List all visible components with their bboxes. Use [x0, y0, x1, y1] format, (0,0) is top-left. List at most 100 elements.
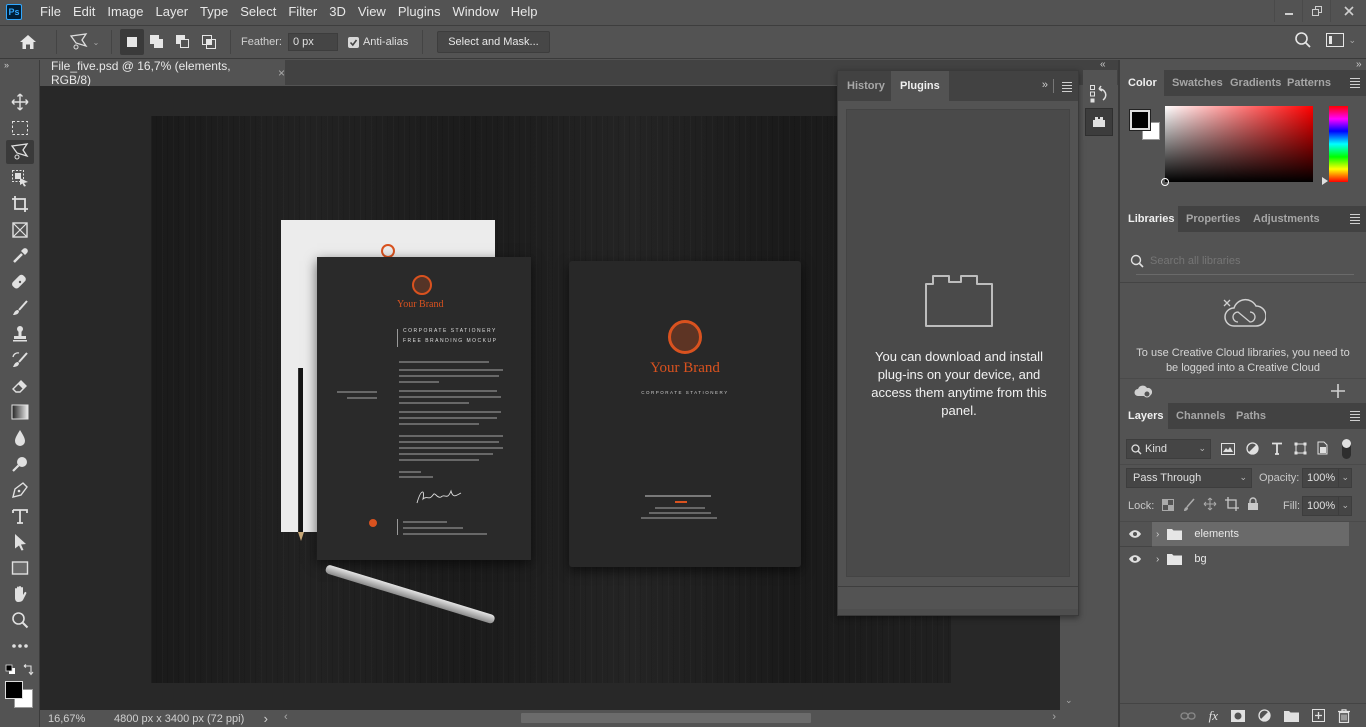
menu-image[interactable]: Image: [101, 0, 149, 24]
new-selection-button[interactable]: [120, 29, 144, 55]
menu-window[interactable]: Window: [446, 0, 504, 24]
tool-history-brush[interactable]: [6, 348, 34, 372]
chevron-right-icon[interactable]: ›: [1156, 529, 1159, 540]
visibility-eye-icon[interactable]: [1128, 529, 1142, 539]
antialias-checkbox[interactable]: Anti-alias: [347, 36, 408, 48]
tab-plugins[interactable]: Plugins: [891, 71, 949, 101]
filter-type-icon[interactable]: [1271, 442, 1283, 455]
search-icon[interactable]: [1294, 31, 1312, 49]
opacity-input[interactable]: 100%: [1302, 468, 1338, 488]
tool-brush[interactable]: [6, 296, 34, 320]
tab-history[interactable]: History: [838, 71, 894, 101]
library-search-input[interactable]: [1150, 252, 1346, 270]
new-layer-icon[interactable]: [1312, 709, 1325, 722]
collapse-dock-icon[interactable]: «: [1100, 59, 1106, 70]
menu-3d[interactable]: 3D: [323, 0, 352, 24]
delete-layer-icon[interactable]: [1338, 708, 1350, 723]
lock-artboard-icon[interactable]: [1225, 497, 1239, 511]
home-button[interactable]: [8, 29, 48, 55]
document-tab[interactable]: File_five.psd @ 16,7% (elements, RGB/8) …: [40, 59, 285, 87]
tool-move[interactable]: [6, 90, 34, 114]
panel-menu-icon[interactable]: [1062, 82, 1072, 94]
filter-smart-object-icon[interactable]: [1317, 441, 1328, 455]
scroll-left-icon[interactable]: ‹: [284, 711, 288, 723]
tab-patterns[interactable]: Patterns: [1279, 70, 1339, 96]
layer-row-elements[interactable]: › elements: [1120, 522, 1366, 546]
fill-slider-button[interactable]: ⌄: [1338, 496, 1352, 516]
new-group-icon[interactable]: [1284, 710, 1299, 722]
blend-mode-dropdown[interactable]: Pass Through ⌄: [1126, 468, 1252, 488]
filter-shape-icon[interactable]: [1294, 442, 1307, 455]
tool-object-selection[interactable]: [6, 166, 34, 190]
close-tab-icon[interactable]: ×: [278, 66, 285, 80]
cloud-sync-icon[interactable]: [1134, 384, 1152, 398]
expand-toolbar-icon[interactable]: »: [4, 60, 9, 70]
tool-gradient[interactable]: [6, 400, 34, 424]
minimize-button[interactable]: [1274, 0, 1302, 22]
tool-clone-stamp[interactable]: [6, 322, 34, 346]
visibility-eye-icon[interactable]: [1128, 554, 1142, 564]
fx-icon[interactable]: fx: [1209, 708, 1218, 724]
foreground-color-swatch[interactable]: [5, 681, 23, 699]
default-colors-button[interactable]: [5, 664, 16, 675]
tab-paths[interactable]: Paths: [1228, 403, 1274, 429]
color-picker-handle[interactable]: [1161, 178, 1169, 186]
tool-preset-picker[interactable]: ⌄: [65, 29, 103, 55]
workspace-switcher[interactable]: ⌄: [1326, 33, 1356, 47]
layer-row-bg[interactable]: › bg: [1120, 547, 1366, 571]
tab-properties[interactable]: Properties: [1178, 206, 1248, 232]
tool-rectangle[interactable]: [6, 556, 34, 580]
tool-dodge[interactable]: [6, 452, 34, 476]
tab-layers[interactable]: Layers: [1120, 403, 1168, 429]
document-canvas[interactable]: Your Brand CORPORATE STATIONERY FREE BRA…: [151, 116, 951, 683]
menu-filter[interactable]: Filter: [282, 0, 323, 24]
link-layers-icon[interactable]: [1179, 711, 1196, 721]
menu-help[interactable]: Help: [505, 0, 544, 24]
hue-slider-handle[interactable]: [1322, 177, 1328, 185]
layer-row-body[interactable]: › bg: [1152, 547, 1349, 571]
add-mask-icon[interactable]: [1231, 709, 1245, 722]
zoom-level[interactable]: 16,67%: [48, 713, 114, 725]
panel-menu-icon[interactable]: [1350, 411, 1360, 423]
swap-colors-button[interactable]: [22, 664, 34, 676]
lock-image-pixels-icon[interactable]: [1183, 498, 1195, 512]
collapse-panel-icon[interactable]: »: [1042, 79, 1048, 91]
feather-input[interactable]: 0 px: [287, 33, 338, 51]
menu-file[interactable]: File: [34, 0, 67, 24]
close-window-button[interactable]: [1330, 0, 1366, 22]
status-menu-arrow[interactable]: ›: [264, 711, 268, 726]
lock-transparent-pixels-icon[interactable]: [1162, 499, 1174, 511]
tool-frame[interactable]: [6, 218, 34, 242]
expand-dock-icon[interactable]: »: [1356, 59, 1362, 70]
tool-healing-brush[interactable]: [6, 270, 34, 294]
tab-color[interactable]: Color: [1120, 70, 1164, 96]
tool-zoom[interactable]: [6, 608, 34, 632]
horizontal-scrollbar-thumb[interactable]: [521, 713, 811, 723]
history-panel-button[interactable]: [1089, 84, 1109, 104]
color-field[interactable]: [1161, 106, 1313, 186]
tab-libraries[interactable]: Libraries: [1120, 206, 1178, 232]
fill-input[interactable]: 100%: [1302, 496, 1338, 516]
tab-channels[interactable]: Channels: [1168, 403, 1234, 429]
tool-eyedropper[interactable]: [6, 244, 34, 268]
tab-adjustments[interactable]: Adjustments: [1245, 206, 1328, 232]
menu-edit[interactable]: Edit: [67, 0, 101, 24]
tool-hand[interactable]: [6, 582, 34, 606]
lock-position-icon[interactable]: [1203, 497, 1217, 511]
panel-menu-icon[interactable]: [1350, 78, 1360, 90]
tool-crop[interactable]: [6, 192, 34, 216]
scroll-down-icon[interactable]: ⌄: [1065, 695, 1073, 706]
filter-toggle[interactable]: [1342, 439, 1351, 459]
layer-filter-kind-dropdown[interactable]: Kind ⌄: [1126, 439, 1211, 459]
hue-slider[interactable]: [1329, 106, 1348, 182]
tool-polygonal-lasso[interactable]: [6, 140, 34, 164]
menu-view[interactable]: View: [352, 0, 392, 24]
tool-path-selection[interactable]: [6, 530, 34, 554]
tool-edit-toolbar[interactable]: [6, 634, 34, 658]
menu-select[interactable]: Select: [234, 0, 282, 24]
layer-row-body[interactable]: › elements: [1152, 522, 1349, 546]
panel-menu-icon[interactable]: [1350, 214, 1360, 226]
menu-layer[interactable]: Layer: [150, 0, 195, 24]
restore-button[interactable]: [1302, 0, 1330, 22]
chevron-right-icon[interactable]: ›: [1156, 554, 1159, 565]
